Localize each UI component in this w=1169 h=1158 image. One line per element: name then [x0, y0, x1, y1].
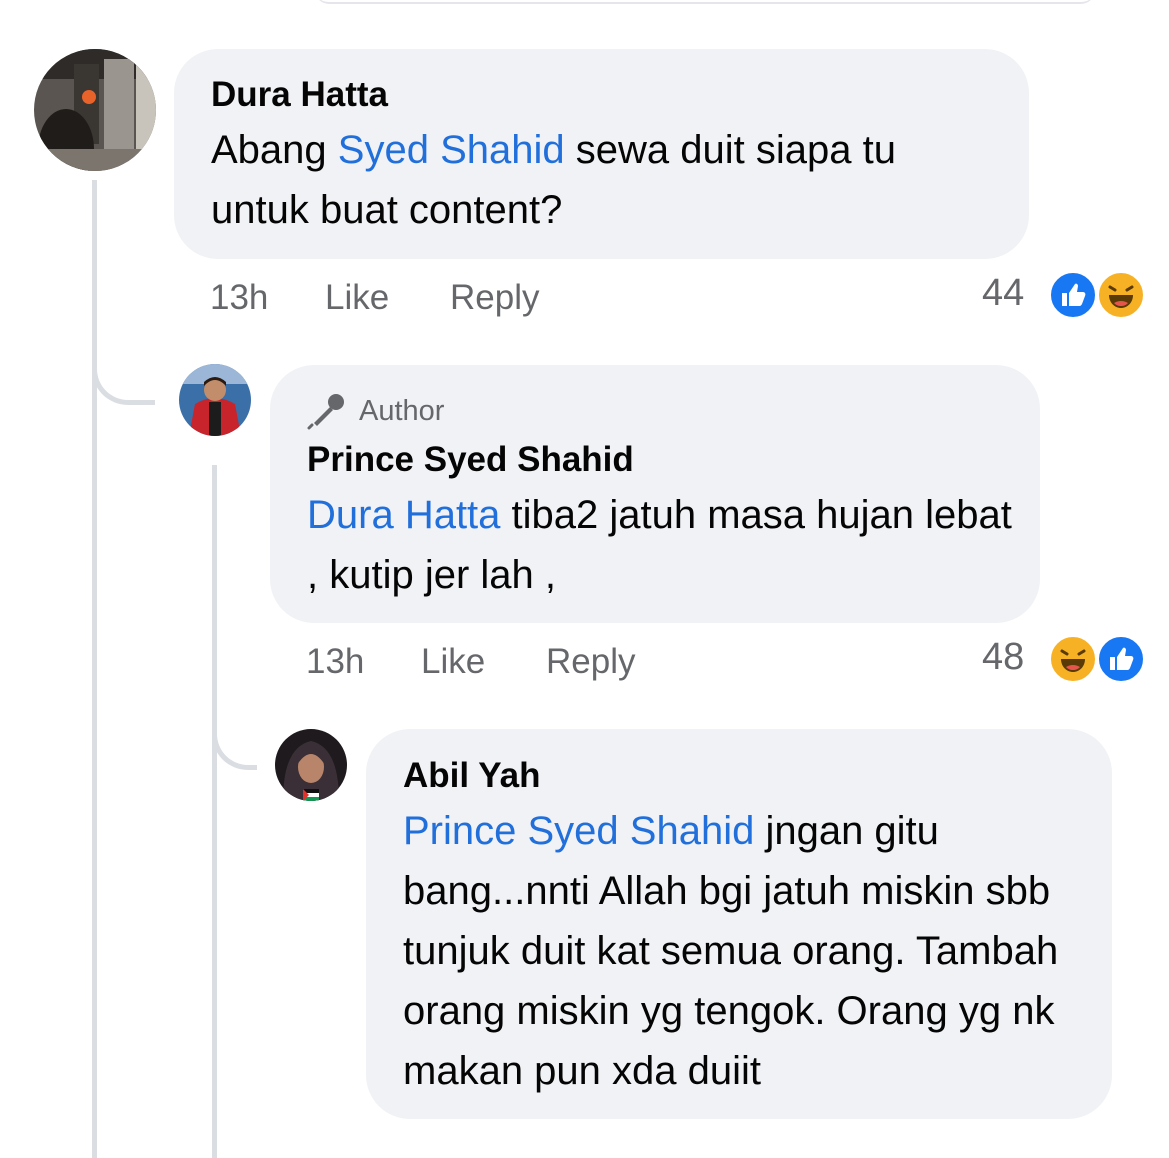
comment-text: Prince Syed Shahid jngan gitu bang...nnt…: [403, 801, 1093, 1101]
reply-button[interactable]: Reply: [450, 278, 539, 318]
like-button[interactable]: Like: [325, 278, 389, 318]
commenter-name[interactable]: Prince Syed Shahid: [307, 440, 634, 480]
avatar[interactable]: [275, 729, 347, 801]
previous-comment-edge: [315, 0, 1095, 4]
reaction-count[interactable]: 44: [982, 272, 1024, 315]
reply-button[interactable]: Reply: [546, 642, 635, 682]
author-badge-label: Author: [359, 394, 445, 427]
reaction-count[interactable]: 48: [982, 636, 1024, 679]
like-icon[interactable]: [1048, 270, 1098, 320]
thread-line-reply: [212, 465, 217, 1158]
thread-connector-reply-2: [212, 700, 257, 770]
thread-line-main: [92, 180, 97, 1158]
like-icon[interactable]: [1096, 634, 1146, 684]
microphone-icon: [307, 394, 344, 430]
like-button[interactable]: Like: [421, 642, 485, 682]
avatar-photo-prince-syed-shahid: [179, 364, 251, 436]
mention-link[interactable]: Dura Hatta: [307, 493, 500, 537]
haha-icon[interactable]: [1048, 634, 1098, 684]
avatar-photo-dura-hatta: [34, 49, 156, 171]
comment-text-part: Abang: [211, 128, 338, 172]
author-badge: Author: [307, 392, 444, 430]
avatar[interactable]: [179, 364, 251, 436]
avatar[interactable]: [34, 49, 156, 171]
comment-timestamp[interactable]: 13h: [306, 642, 364, 682]
mention-link[interactable]: Syed Shahid: [338, 128, 565, 172]
commenter-name[interactable]: Abil Yah: [403, 756, 540, 796]
comment-timestamp[interactable]: 13h: [210, 278, 268, 318]
thread-connector-reply-1: [92, 340, 155, 405]
commenter-name[interactable]: Dura Hatta: [211, 75, 388, 115]
comment-text: Dura Hatta tiba2 jatuh masa hujan lebat …: [307, 485, 1027, 605]
mention-link[interactable]: Prince Syed Shahid: [403, 809, 754, 853]
avatar-photo-abil-yah: [275, 729, 347, 801]
haha-icon[interactable]: [1096, 270, 1146, 320]
comment-text: Abang Syed Shahid sewa duit siapa tu unt…: [211, 120, 1001, 240]
